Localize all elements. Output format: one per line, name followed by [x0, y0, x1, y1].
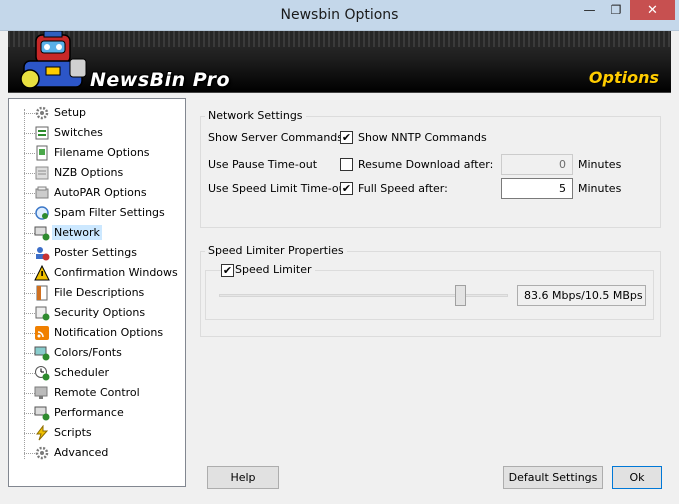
tree-item-label: NZB Options [54, 166, 124, 179]
product-logo-text: NewsBin Pro [90, 69, 231, 91]
tree-item-confirmation-windows[interactable]: Confirmation Windows [9, 263, 185, 283]
tree-item-poster-settings[interactable]: Poster Settings [9, 243, 185, 263]
maximize-button[interactable]: ❐ [603, 0, 629, 20]
remote-control-icon [34, 386, 48, 399]
autopar-icon [35, 186, 49, 199]
tree-item-label: Confirmation Windows [54, 266, 178, 279]
show-nntp-commands-label: Show NNTP Commands [358, 131, 487, 144]
switches-icon [35, 126, 49, 140]
tree-item-advanced[interactable]: Advanced [9, 443, 185, 463]
filename-icon [36, 145, 48, 161]
help-button[interactable]: Help [207, 466, 279, 489]
robot-mascot-icon [20, 31, 87, 89]
network-icon [34, 226, 50, 241]
checkmark-icon: ✔ [341, 182, 352, 195]
show-nntp-commands-checkbox[interactable]: ✔ [340, 131, 353, 144]
full-speed-checkbox[interactable]: ✔ [340, 182, 353, 195]
gear-icon [35, 106, 49, 120]
tree-item-colors-fonts[interactable]: Colors/Fonts [9, 343, 185, 363]
tree-item-notification-options[interactable]: Notification Options [9, 323, 185, 343]
resume-download-checkbox[interactable] [340, 158, 353, 171]
checkmark-icon: ✔ [222, 264, 233, 277]
lightning-icon [36, 425, 49, 441]
tree-item-label: File Descriptions [54, 286, 145, 299]
advanced-gear-icon [35, 446, 49, 460]
tree-item-label: Filename Options [54, 146, 150, 159]
tree-item-label: Security Options [54, 306, 146, 319]
tree-item-setup[interactable]: Setup [9, 103, 185, 123]
tree-item-nzb-options[interactable]: NZB Options [9, 163, 185, 183]
tree-item-label: Scripts [54, 426, 92, 439]
warning-icon [34, 265, 50, 281]
resume-download-unit: Minutes [578, 158, 622, 171]
spam-filter-icon [35, 206, 49, 220]
full-speed-minutes-input[interactable]: 5 [501, 178, 573, 199]
checkmark-icon: ✔ [341, 131, 352, 144]
nzb-icon [35, 166, 49, 180]
scheduler-icon [35, 366, 50, 381]
speed-limiter-checkbox[interactable]: ✔ [221, 264, 234, 277]
tree-item-filename-options[interactable]: Filename Options [9, 143, 185, 163]
tree-item-label: Advanced [54, 446, 109, 459]
tree-item-performance[interactable]: Performance [9, 403, 185, 423]
tree-item-remote-control[interactable]: Remote Control [9, 383, 185, 403]
security-icon [35, 306, 50, 321]
tree-item-scheduler[interactable]: Scheduler [9, 363, 185, 383]
tree-item-label: Scheduler [54, 366, 110, 379]
tree-item-file-descriptions[interactable]: File Descriptions [9, 283, 185, 303]
close-button[interactable]: ✕ [630, 0, 675, 20]
speed-limiter-label: Speed Limiter [235, 263, 315, 276]
file-description-icon [36, 285, 48, 301]
tree-item-network[interactable]: Network [9, 223, 185, 243]
tree-item-autopar-options[interactable]: AutoPAR Options [9, 183, 185, 203]
use-speed-limit-timeout-label: Use Speed Limit Time-out: [208, 182, 354, 195]
tree-item-label: Switches [54, 126, 103, 139]
performance-icon [34, 406, 50, 421]
ok-button[interactable]: Ok [612, 466, 662, 489]
default-settings-button[interactable]: Default Settings [503, 466, 603, 489]
options-tree[interactable]: Setup Switches Filename Options NZB Options… [8, 98, 186, 487]
title-bar: Newsbin Options — ❐ ✕ [0, 0, 679, 31]
tree-item-spam-filter-settings[interactable]: Spam Filter Settings [9, 203, 185, 223]
tree-item-label: Setup [54, 106, 87, 119]
tree-item-security-options[interactable]: Security Options [9, 303, 185, 323]
network-settings-title: Network Settings [205, 109, 306, 122]
tree-item-label: AutoPAR Options [54, 186, 147, 199]
tree-item-label: Network [52, 225, 102, 240]
use-pause-timeout-label: Use Pause Time-out [208, 158, 318, 171]
header-banner: NewsBin Pro Options [8, 31, 671, 93]
section-title: Options [588, 68, 659, 87]
speed-limiter-title: Speed Limiter Properties [205, 244, 347, 257]
tree-item-scripts[interactable]: Scripts [9, 423, 185, 443]
resume-download-label: Resume Download after: [358, 158, 494, 171]
show-server-commands-label: Show Server Commands: [208, 131, 347, 144]
banner-stripe [8, 31, 671, 47]
rss-icon [35, 326, 49, 340]
speed-slider-thumb[interactable] [455, 285, 467, 306]
colors-icon [34, 346, 50, 361]
full-speed-unit: Minutes [578, 182, 622, 195]
speed-value-display: 83.6 Mbps/10.5 MBps [517, 285, 646, 306]
tree-item-label: Notification Options [54, 326, 164, 339]
tree-item-label: Remote Control [54, 386, 140, 399]
tree-item-label: Colors/Fonts [54, 346, 122, 359]
full-speed-label: Full Speed after: [358, 182, 448, 195]
tree-item-label: Poster Settings [54, 246, 137, 259]
poster-icon [36, 247, 50, 261]
minimize-button[interactable]: — [576, 0, 603, 20]
tree-item-switches[interactable]: Switches [9, 123, 185, 143]
resume-download-minutes-input[interactable]: 0 [501, 154, 573, 175]
tree-item-label: Performance [54, 406, 124, 419]
tree-item-label: Spam Filter Settings [54, 206, 165, 219]
